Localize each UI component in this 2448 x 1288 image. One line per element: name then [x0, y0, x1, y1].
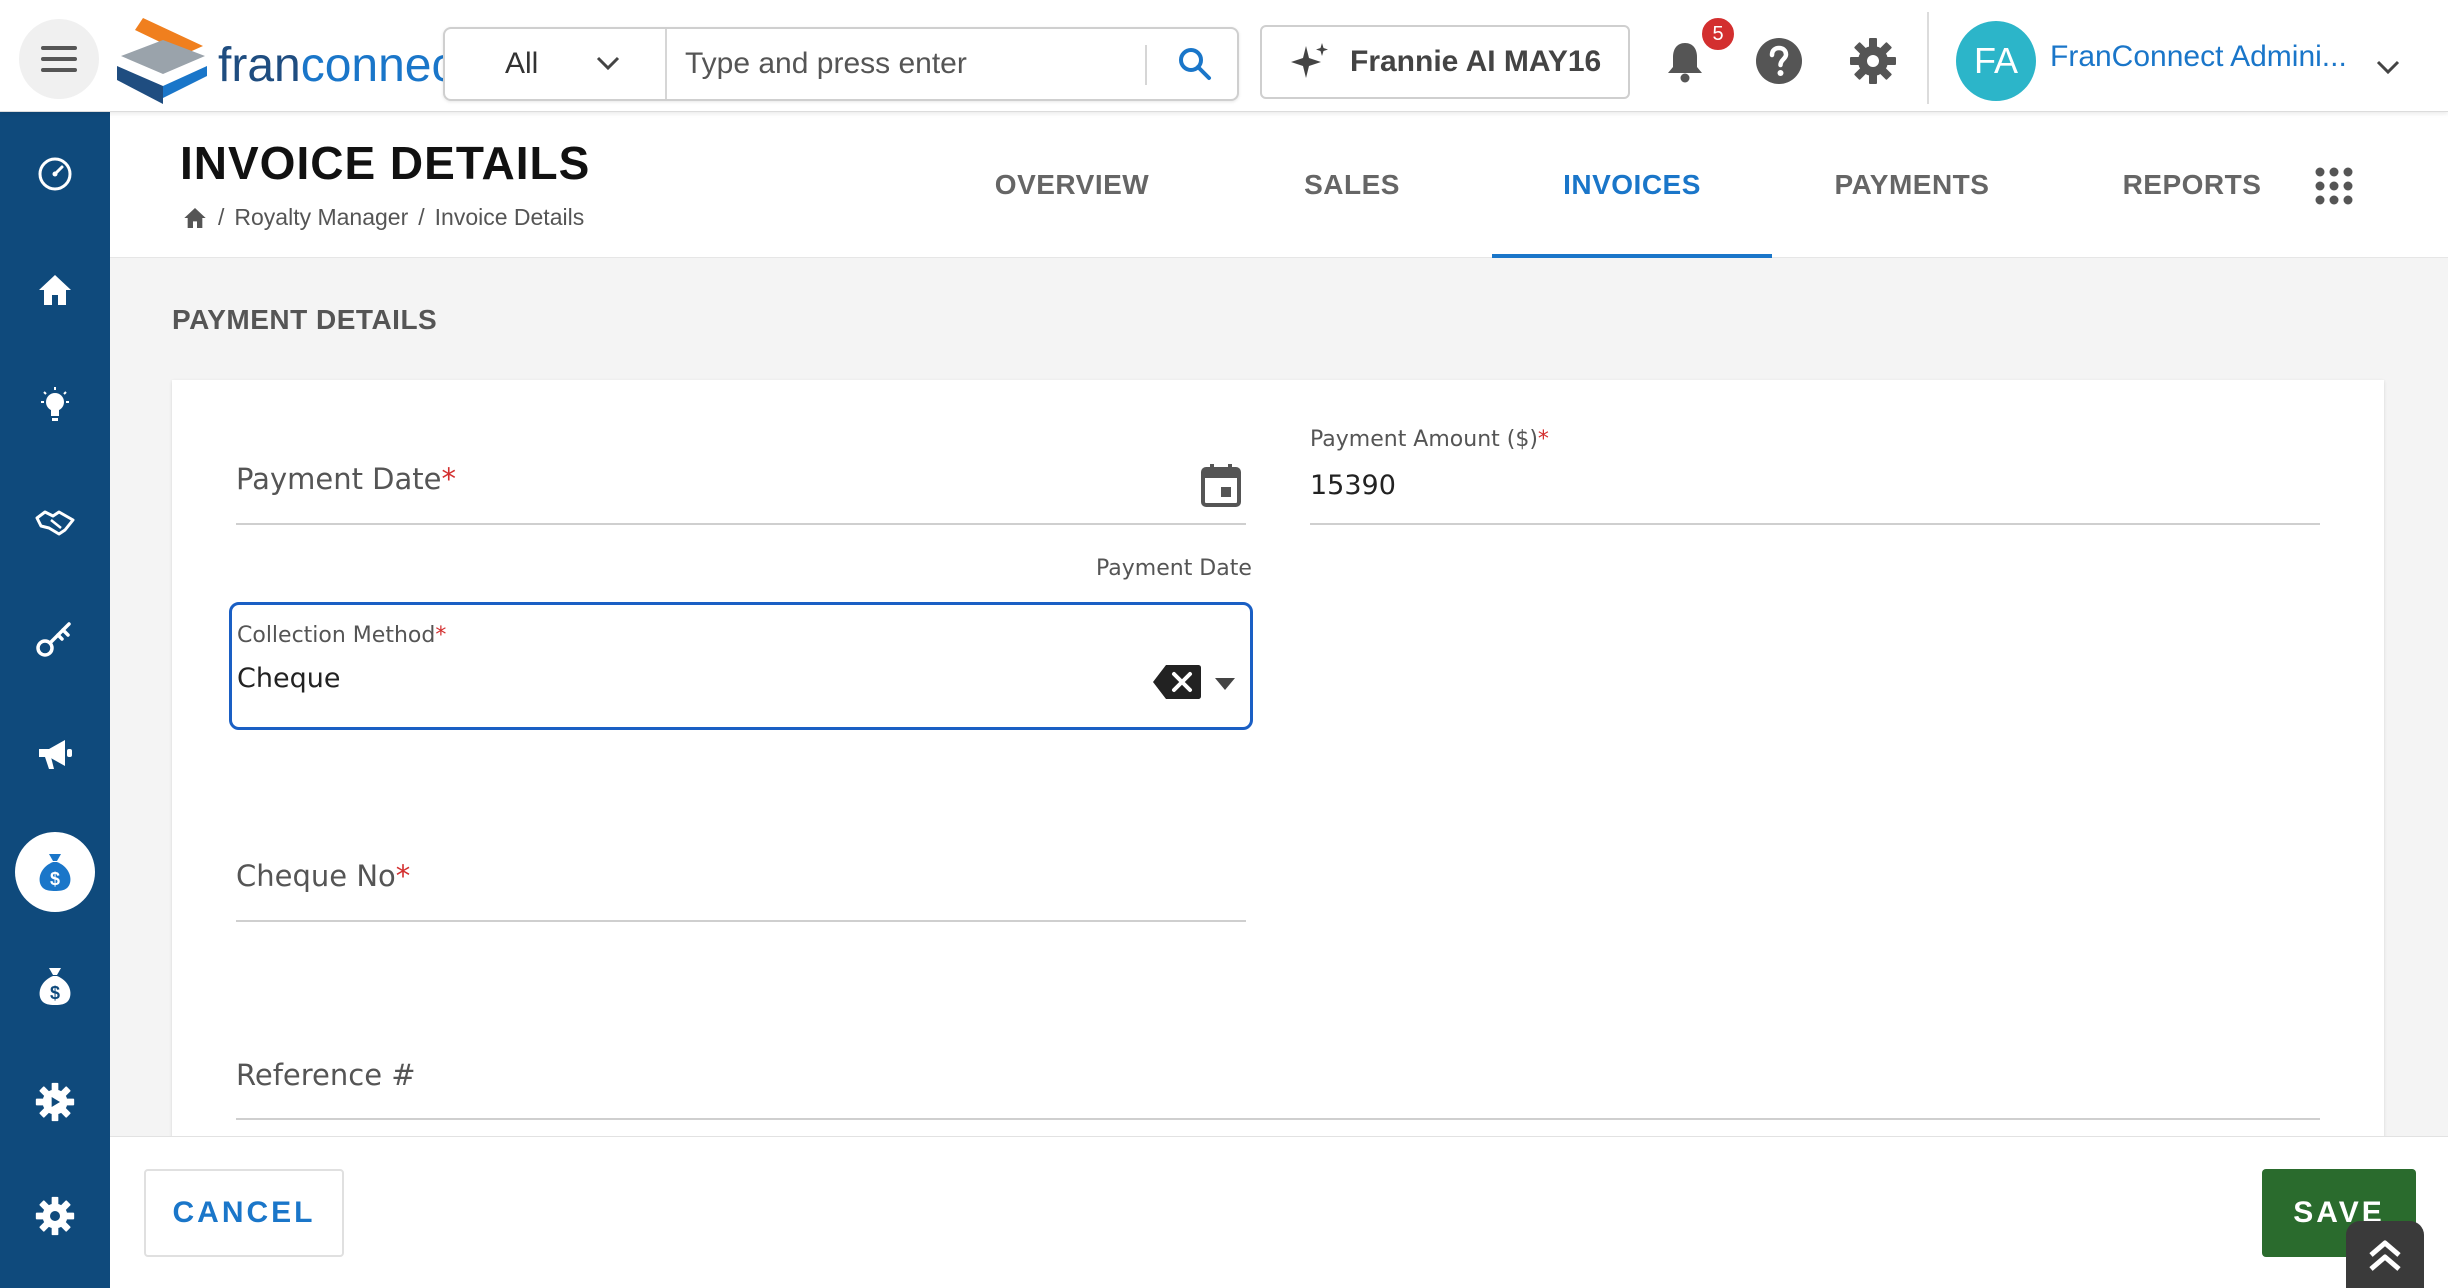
top-bar: franconnect All Frannie AI MAY16 [0, 0, 2448, 112]
chevron-down-icon[interactable] [2375, 58, 2401, 76]
breadcrumb-separator: / [418, 204, 425, 230]
tab-payments[interactable]: PAYMENTS [1772, 112, 2052, 258]
toolbar-separator [1927, 12, 1929, 104]
tab-sales[interactable]: SALES [1212, 112, 1492, 258]
svg-text:$: $ [50, 869, 60, 889]
module-tabs: OVERVIEW SALES INVOICES PAYMENTS REPORTS [932, 112, 2332, 258]
calendar-icon[interactable] [1200, 462, 1242, 508]
sidebar-item-ideas[interactable] [15, 366, 95, 446]
sidebar-item-settings[interactable] [15, 1176, 95, 1256]
sidebar-item-dashboard[interactable] [15, 134, 95, 214]
dashboard-icon [38, 157, 72, 191]
apps-grid-icon[interactable] [2314, 166, 2354, 206]
section-title: PAYMENT DETAILS [172, 304, 438, 335]
tab-reports[interactable]: REPORTS [2052, 112, 2332, 258]
dropdown-arrow-icon[interactable] [1214, 677, 1236, 691]
search-scope-value: All [505, 47, 539, 80]
help-icon [1756, 38, 1802, 84]
handshake-icon [35, 510, 75, 536]
sidebar-item-marketing[interactable] [15, 714, 95, 794]
lightbulb-icon [41, 387, 69, 421]
global-search: All [443, 27, 1239, 101]
svg-text:$: $ [50, 983, 60, 1003]
payment-date-underline [236, 523, 1246, 525]
clear-icon[interactable] [1152, 663, 1202, 701]
scroll-to-top-button[interactable] [2346, 1221, 2424, 1288]
hamburger-menu-button[interactable] [19, 19, 99, 99]
gear-icon [1850, 38, 1896, 84]
sidebar-item-admin[interactable] [15, 1062, 95, 1142]
sidebar-item-finance[interactable]: $ [15, 946, 95, 1026]
frannie-ai-label: Frannie AI MAY16 [1350, 45, 1602, 78]
franconnect-logo[interactable]: franconnect [115, 18, 445, 108]
bell-icon [1668, 43, 1702, 83]
collection-method-select[interactable]: Collection Method* Cheque [229, 602, 1253, 730]
money-bag-icon: $ [39, 968, 71, 1005]
notification-count-badge: 5 [1700, 16, 1736, 52]
settings-gear-icon [35, 1082, 75, 1122]
search-divider [1145, 45, 1147, 85]
chevron-down-icon [596, 56, 620, 71]
cog-icon [35, 1196, 75, 1236]
double-chevron-up-icon [2369, 1240, 2401, 1271]
home-icon [39, 275, 71, 305]
page-header: INVOICE DETAILS / Royalty Manager / Invo… [110, 112, 2448, 258]
sparkle-icon [1291, 43, 1328, 78]
breadcrumb: / Royalty Manager / Invoice Details [182, 204, 584, 231]
settings-button[interactable] [1846, 34, 1900, 88]
sidebar-item-deals[interactable] [15, 482, 95, 562]
tab-overview[interactable]: OVERVIEW [932, 112, 1212, 258]
search-button[interactable] [1170, 41, 1220, 87]
search-input[interactable] [685, 39, 1155, 89]
cancel-button[interactable]: CANCEL [144, 1169, 344, 1257]
user-name[interactable]: FranConnect Admini... [2050, 40, 2347, 74]
payment-amount-input[interactable]: 15390 [1310, 470, 1396, 501]
cheque-no-input[interactable] [236, 855, 1246, 915]
cheque-no-underline [236, 920, 1246, 922]
collection-method-label: Collection Method* [237, 623, 447, 648]
breadcrumb-royalty-manager[interactable]: Royalty Manager [234, 204, 408, 231]
frannie-ai-button[interactable]: Frannie AI MAY16 [1260, 25, 1630, 99]
side-nav: $ $ [0, 112, 110, 1288]
user-avatar[interactable]: FA [1956, 21, 2036, 101]
payment-amount-label: Payment Amount ($)* [1310, 427, 1549, 452]
tab-invoices[interactable]: INVOICES [1492, 112, 1772, 258]
money-bag-dollar-icon: $ [39, 854, 71, 891]
breadcrumb-invoice-details: Invoice Details [434, 204, 585, 230]
logo-mark-icon [117, 18, 207, 104]
search-icon [1179, 48, 1211, 80]
help-button[interactable] [1752, 34, 1806, 88]
key-icon [36, 622, 71, 657]
home-icon[interactable] [182, 206, 208, 230]
payment-amount-underline [1310, 523, 2320, 525]
sidebar-item-access[interactable] [15, 598, 95, 678]
megaphone-icon [39, 740, 72, 769]
payment-date-input[interactable] [236, 462, 1186, 522]
hamburger-icon [41, 46, 77, 72]
form-footer: CANCEL SAVE [110, 1136, 2448, 1288]
sidebar-item-home[interactable] [15, 250, 95, 330]
sidebar-item-royalty[interactable]: $ [15, 832, 95, 912]
collection-method-value: Cheque [237, 663, 341, 694]
page-title: INVOICE DETAILS [180, 137, 591, 189]
reference-underline [236, 1118, 2320, 1120]
reference-input[interactable] [236, 1052, 2320, 1112]
required-marker: * [1537, 427, 1549, 452]
logo-text: franconnect [218, 39, 445, 92]
breadcrumb-separator: / [218, 204, 225, 230]
search-scope-select[interactable]: All [445, 29, 667, 99]
payment-date-helper: Payment Date [1096, 556, 1252, 581]
required-marker: * [435, 623, 447, 648]
